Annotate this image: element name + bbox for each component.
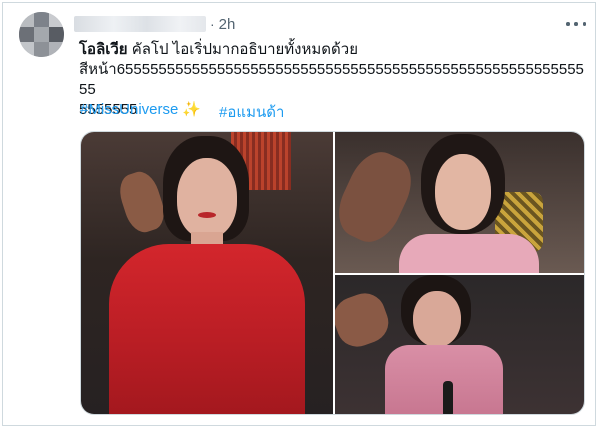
red-dress [109, 244, 305, 414]
dot [566, 22, 570, 26]
photo-1[interactable] [81, 132, 333, 414]
media-grid [80, 131, 585, 415]
dot [574, 22, 578, 26]
hashtag-row: #MissUniverse ✨ #อแมนด้า [80, 100, 284, 124]
photo-2[interactable] [335, 132, 584, 273]
face [413, 291, 461, 347]
tweet-header: · 2h [74, 14, 235, 34]
more-options-icon[interactable] [566, 16, 586, 32]
tweet-text-line1: คัลโป ไอเริ่ปมากอธิบายทั้งหมดด้วย [127, 41, 358, 58]
hashtag-missuniverse[interactable]: #MissUniverse ✨ [80, 100, 201, 124]
microphone [443, 381, 453, 414]
raised-hand [114, 167, 170, 237]
avatar[interactable] [19, 12, 64, 57]
tweet-text-bold: โอลิเวีย [79, 41, 128, 58]
hashtag-label: #MissUniverse [80, 101, 179, 118]
dot [582, 22, 586, 26]
face [177, 158, 237, 238]
timestamp[interactable]: 2h [219, 16, 236, 33]
lips [198, 212, 216, 218]
arm [335, 287, 394, 353]
hashtag-amanda[interactable]: #อแมนด้า [219, 100, 284, 124]
photo-3[interactable] [335, 275, 584, 414]
tweet-text-line2: สีหน้า6555555555555555555555555555555555… [79, 61, 584, 98]
face [435, 154, 491, 230]
pink-dress [399, 234, 539, 273]
sparkle-icon: ✨ [182, 101, 202, 118]
blurred-author-name[interactable] [74, 16, 206, 32]
arm [335, 143, 422, 251]
separator-dot: · [210, 16, 215, 32]
